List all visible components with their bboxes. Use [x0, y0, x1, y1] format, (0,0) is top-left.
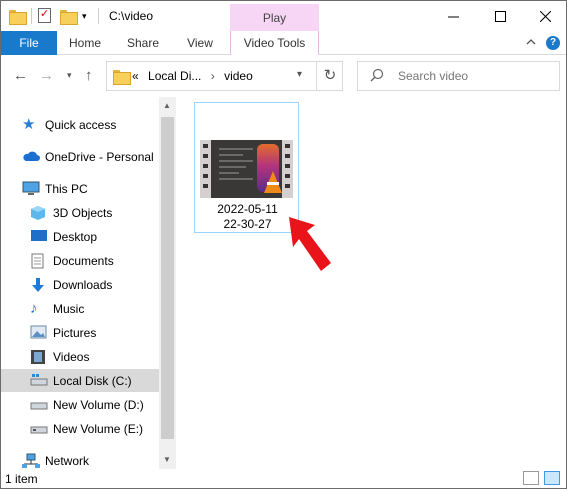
up-arrow-icon[interactable]: ↑ — [85, 67, 93, 84]
drive-icon — [30, 421, 48, 437]
breadcrumb-video[interactable]: video — [224, 69, 253, 83]
maximize-icon — [495, 10, 506, 22]
nav-label: Local Disk (C:) — [53, 373, 132, 388]
scroll-down-icon[interactable]: ▼ — [163, 455, 171, 464]
address-dropdown-icon[interactable]: ▾ — [297, 69, 302, 80]
recent-locations-icon[interactable]: ▾ — [67, 70, 72, 81]
status-bar: 1 item — [1, 469, 566, 488]
film-strip-left — [200, 140, 211, 198]
scrollbar-thumb[interactable] — [161, 117, 174, 439]
new-folder-icon[interactable] — [60, 8, 78, 25]
nav-label: Quick access — [45, 117, 117, 132]
scroll-up-icon[interactable]: ▲ — [163, 101, 171, 110]
tab-share[interactable]: Share — [123, 31, 163, 55]
address-bar[interactable]: « Local Di... › video ▾ ↻ — [106, 61, 343, 91]
nav-label: Pictures — [53, 325, 97, 340]
nav-label: Network — [45, 453, 90, 468]
tab-view[interactable]: View — [181, 31, 219, 55]
film-strip-right — [282, 140, 293, 198]
drive-icon — [30, 373, 48, 389]
nav-documents[interactable]: Documents — [1, 249, 159, 272]
nav-videos[interactable]: Videos — [1, 345, 159, 368]
folder-icon — [113, 70, 131, 85]
nav-3d-objects[interactable]: 3D Objects — [1, 201, 159, 224]
properties-icon[interactable] — [38, 7, 54, 24]
navigation-pane: ★ Quick access OneDrive - Personal This … — [1, 97, 176, 469]
breadcrumb: « Local Di... › video — [132, 69, 259, 83]
network-icon — [22, 453, 40, 469]
nav-label: OneDrive - Personal — [45, 149, 154, 164]
explorer-window: ▾ C:\video Play File Home Share View Vid… — [0, 0, 567, 489]
play-context-tab[interactable]: Play — [230, 4, 319, 31]
maximize-button[interactable] — [478, 1, 523, 31]
help-icon[interactable]: ? — [546, 36, 560, 50]
breadcrumb-local-disk[interactable]: Local Di... — [148, 69, 201, 83]
nav-label: New Volume (E:) — [53, 421, 144, 436]
breadcrumb-separator[interactable]: › — [211, 69, 215, 83]
film-icon — [30, 349, 48, 365]
nav-label: Downloads — [53, 277, 113, 292]
nav-music[interactable]: ♪ Music — [1, 297, 159, 320]
toolbar-divider — [31, 8, 32, 24]
nav-label: This PC — [45, 181, 88, 196]
nav-local-disk-c[interactable]: Local Disk (C:) — [1, 369, 159, 392]
folder-icon — [9, 8, 27, 25]
minimize-button[interactable] — [431, 1, 476, 31]
expand-ribbon-icon[interactable] — [526, 37, 536, 47]
large-icons-view-icon[interactable] — [544, 471, 560, 485]
nav-label: Documents — [53, 253, 114, 268]
nav-quick-access[interactable]: ★ Quick access — [1, 113, 159, 136]
minimize-icon — [448, 16, 459, 17]
search-icon — [370, 68, 384, 82]
music-icon: ♪ — [30, 299, 38, 317]
nav-label: New Volume (D:) — [53, 397, 144, 412]
computer-icon — [22, 181, 40, 197]
close-button[interactable] — [523, 1, 566, 31]
nav-new-volume-e[interactable]: New Volume (E:) — [1, 417, 159, 440]
title-bar: ▾ C:\video Play — [1, 1, 566, 31]
back-arrow-icon[interactable]: ← — [13, 67, 28, 84]
nav-pane-scrollbar[interactable]: ▲ ▼ — [159, 97, 176, 469]
window-title: C:\video — [109, 9, 154, 23]
nav-new-volume-d[interactable]: New Volume (D:) — [1, 393, 159, 416]
cube-icon — [30, 205, 48, 221]
search-box[interactable]: Search video — [357, 61, 560, 91]
nav-desktop[interactable]: Desktop — [1, 225, 159, 248]
nav-this-pc[interactable]: This PC — [1, 177, 159, 200]
details-view-icon[interactable] — [523, 471, 539, 485]
navigation-bar: ← → ▾ ↑ « Local Di... › video ▾ ↻ Search… — [1, 56, 566, 96]
close-icon — [540, 10, 551, 22]
documents-icon — [30, 253, 48, 269]
pictures-icon — [30, 325, 48, 341]
customize-toolbar-icon[interactable]: ▾ — [82, 8, 92, 24]
nav-downloads[interactable]: Downloads — [1, 273, 159, 296]
tab-home[interactable]: Home — [65, 31, 105, 55]
toolbar-divider — [98, 8, 99, 24]
forward-arrow-icon[interactable]: → — [39, 67, 54, 84]
nav-label: Videos — [53, 349, 90, 364]
breadcrumb-overflow[interactable]: « — [132, 69, 139, 83]
ribbon-tabs: File Home Share View Video Tools ? — [1, 31, 566, 55]
nav-label: 3D Objects — [53, 205, 113, 220]
nav-label: Desktop — [53, 229, 98, 244]
file-name: 2022-05-11 22-30-27 — [217, 202, 278, 231]
nav-label: Music — [53, 301, 85, 316]
drive-icon — [30, 397, 48, 413]
quick-access-toolbar: ▾ — [9, 7, 105, 25]
tab-video-tools[interactable]: Video Tools — [230, 31, 319, 55]
download-icon — [30, 277, 48, 293]
refresh-icon[interactable]: ↻ — [316, 62, 343, 90]
nav-pictures[interactable]: Pictures — [1, 321, 159, 344]
cloud-icon — [22, 149, 40, 165]
tab-file[interactable]: File — [1, 31, 57, 55]
nav-onedrive[interactable]: OneDrive - Personal — [1, 145, 159, 168]
pointer-arrow-icon — [289, 217, 331, 271]
desktop-icon — [30, 229, 48, 245]
item-count: 1 item — [5, 472, 38, 486]
search-placeholder: Search video — [398, 69, 469, 83]
video-thumbnail — [200, 140, 293, 198]
star-icon: ★ — [22, 115, 36, 133]
file-list: 2022-05-11 22-30-27 — [177, 97, 566, 469]
file-tile[interactable]: 2022-05-11 22-30-27 — [194, 102, 299, 233]
